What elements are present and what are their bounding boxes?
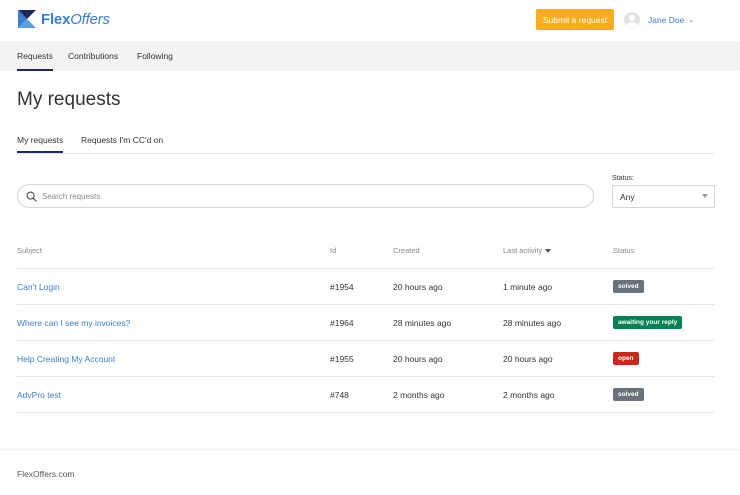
section-nav: Requests Contributions Following (0, 41, 740, 71)
search-input[interactable] (42, 188, 582, 204)
chevron-down-icon: ⌄ (688, 17, 695, 24)
nav-tab-requests[interactable]: Requests (17, 51, 53, 71)
column-header-subject[interactable]: Subject (17, 246, 42, 255)
request-created: 28 minutes ago (393, 318, 452, 328)
status-badge: solved (613, 280, 644, 293)
request-subject-link[interactable]: Help Creating My Account (17, 354, 115, 364)
logo-text-bold: Flex (41, 10, 71, 28)
column-header-last-activity-label: Last activity (503, 246, 543, 255)
table-row: AdvPro test #748 2 months ago 2 months a… (17, 377, 714, 413)
status-filter-label: Status: (612, 175, 634, 182)
status-badge: awaiting your reply (613, 316, 683, 329)
request-subject-link[interactable]: AdvPro test (17, 390, 61, 400)
table-row: Where can I see my invoices? #1964 28 mi… (17, 305, 714, 341)
column-header-status[interactable]: Status (613, 246, 634, 255)
caret-down-icon (702, 194, 708, 198)
top-header: FlexOffers Submit a request Jane Doe ⌄ (0, 0, 740, 41)
footer-text[interactable]: FlexOffers.com (17, 469, 74, 479)
user-menu[interactable]: Jane Doe ⌄ (624, 12, 694, 28)
logo-mark-icon (18, 10, 36, 28)
status-filter-value: Any (620, 192, 635, 202)
table-row: Can't Login #1954 20 hours ago 1 minute … (17, 269, 714, 305)
request-created: 20 hours ago (393, 282, 443, 292)
status-badge: solved (613, 388, 644, 401)
request-last-activity: 1 minute ago (503, 282, 553, 292)
sort-caret-icon (545, 249, 552, 254)
request-last-activity: 2 months ago (503, 390, 555, 400)
subtab-cc-requests[interactable]: Requests I'm CC'd on (81, 135, 163, 145)
status-filter-select[interactable]: Any (612, 185, 715, 208)
request-id: #1954 (330, 282, 354, 292)
request-id: #1955 (330, 354, 354, 364)
request-id: #748 (330, 390, 349, 400)
footer-divider (0, 449, 740, 450)
request-created: 2 months ago (393, 390, 445, 400)
flexoffers-logo[interactable]: FlexOffers (16, 8, 110, 30)
request-subject-link[interactable]: Can't Login (17, 282, 60, 292)
logo-text: FlexOffers (41, 11, 110, 28)
request-last-activity: 20 hours ago (503, 354, 553, 364)
page-title: My requests (17, 89, 121, 110)
request-subtabs: My requests Requests I'm CC'd on (17, 135, 714, 154)
search-icon (26, 191, 37, 202)
table-row: Help Creating My Account #1955 20 hours … (17, 341, 714, 377)
requests-table-header: Subject Id Created Last activity Status (17, 232, 714, 269)
request-subject-link[interactable]: Where can I see my invoices? (17, 318, 130, 328)
submit-request-button[interactable]: Submit a request (536, 9, 614, 30)
search-box (17, 184, 594, 208)
nav-tab-contributions[interactable]: Contributions (68, 51, 118, 61)
logo-text-italic: Offers (70, 10, 110, 28)
column-header-id[interactable]: Id (330, 246, 336, 255)
request-id: #1964 (330, 318, 354, 328)
request-last-activity: 28 minutes ago (503, 318, 562, 328)
request-created: 20 hours ago (393, 354, 443, 364)
column-header-last-activity[interactable]: Last activity (503, 246, 552, 255)
subtab-my-requests[interactable]: My requests (17, 135, 64, 153)
nav-tab-following[interactable]: Following (137, 51, 173, 61)
avatar (624, 12, 640, 28)
status-badge: open (613, 352, 639, 365)
user-name: Jane Doe (648, 15, 685, 25)
column-header-created[interactable]: Created (393, 246, 420, 255)
